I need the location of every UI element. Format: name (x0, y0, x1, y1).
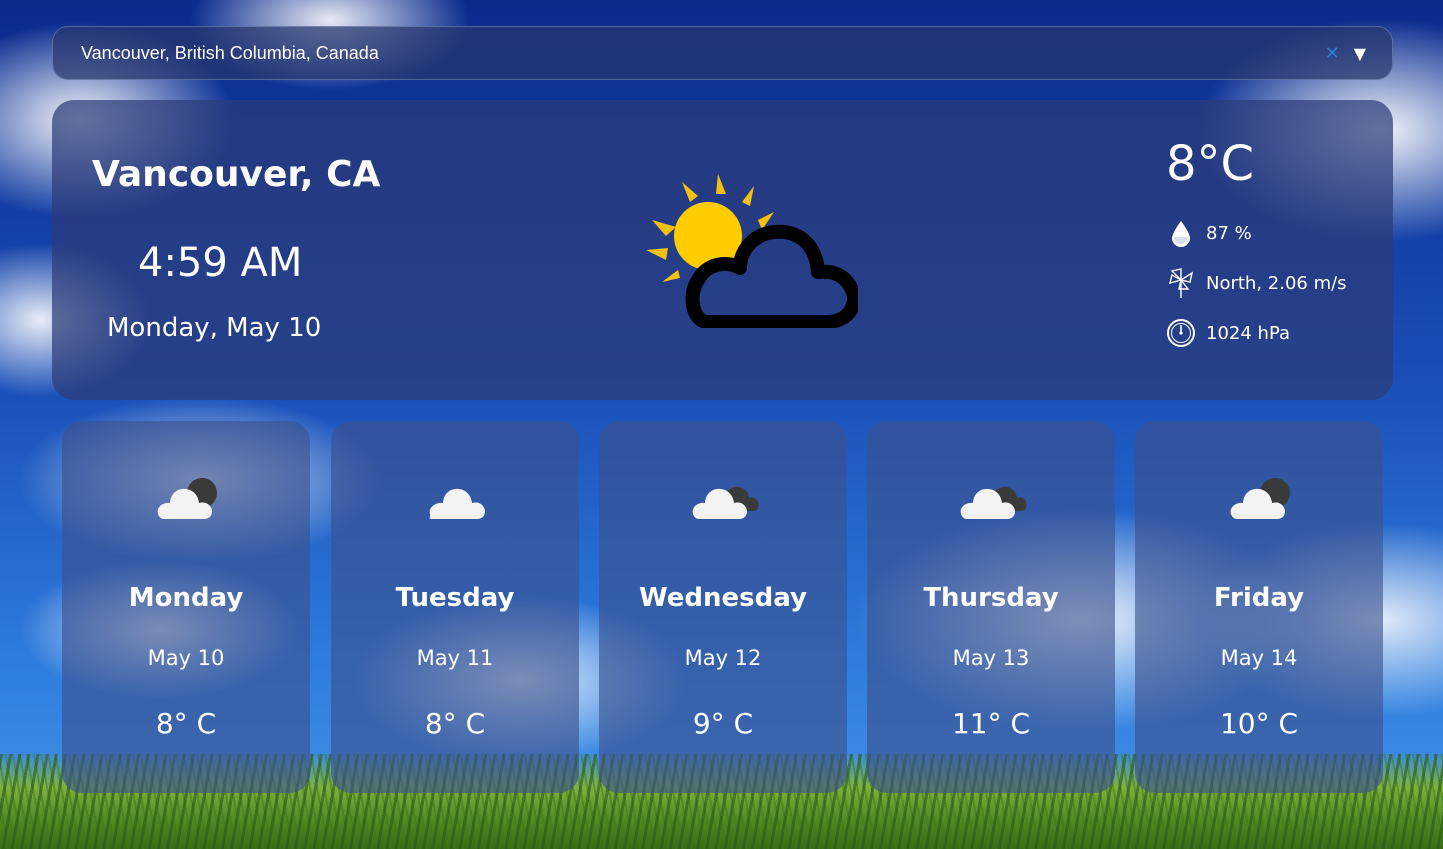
wind-value: North, 2.06 m/s (1206, 272, 1347, 294)
cloud-icon (429, 488, 485, 519)
forecast-date: May 11 (416, 646, 494, 670)
forecast-day: Tuesday (395, 583, 515, 613)
forecast-card-monday: Monday May 10 8° C (62, 421, 310, 793)
current-weather-card: Vancouver, CA 4:59 AM Monday, May 10 8°C… (52, 100, 1393, 400)
forecast-date: May 12 (684, 646, 762, 670)
location-search[interactable]: ✕ ▼ (52, 26, 1393, 80)
city-name: Vancouver, CA (92, 154, 381, 195)
wind-stat: North, 2.06 m/s (1166, 268, 1347, 298)
partly-cloudy-day-icon (646, 174, 858, 328)
forecast-temperature: 10° C (1219, 707, 1299, 740)
humidity-stat: 87 % (1166, 218, 1252, 248)
close-icon[interactable]: ✕ (1325, 43, 1340, 64)
local-time: 4:59 AM (138, 240, 303, 286)
pressure-stat: 1024 hPa (1166, 318, 1290, 348)
water-drop-icon (1166, 218, 1196, 248)
forecast-day: Friday (1213, 583, 1305, 613)
forecast-temperature: 8° C (424, 707, 486, 740)
local-date: Monday, May 10 (107, 313, 322, 343)
forecast-date: May 13 (952, 646, 1030, 670)
search-input[interactable] (79, 41, 1325, 65)
chevron-down-icon[interactable]: ▼ (1354, 44, 1366, 63)
pinwheel-icon (1166, 268, 1196, 298)
forecast-temperature: 11° C (951, 707, 1031, 740)
forecast-temperature: 8° C (155, 707, 217, 740)
forecast-card-thursday: Thursday May 13 11° C (867, 421, 1115, 793)
forecast-day: Wednesday (639, 583, 807, 613)
overcast-icon (960, 486, 1027, 519)
forecast-date: May 14 (1220, 646, 1298, 670)
forecast-day: Monday (128, 583, 244, 613)
forecast-card-friday: Friday May 14 10° C (1135, 421, 1383, 793)
forecast-date: May 10 (147, 646, 225, 670)
forecast-card-wednesday: Wednesday May 12 9° C (599, 421, 847, 793)
pressure-value: 1024 hPa (1206, 322, 1291, 344)
forecast-temperature: 9° C (692, 707, 754, 740)
overcast-icon (692, 486, 759, 519)
current-temperature: 8°C (1166, 136, 1255, 192)
forecast-day: Thursday (923, 583, 1059, 613)
partly-cloudy-night-icon (157, 478, 217, 519)
forecast-card-tuesday: Tuesday May 11 8° C (331, 421, 579, 793)
gauge-icon (1166, 318, 1196, 348)
partly-cloudy-night-icon (1230, 478, 1290, 519)
humidity-value: 87 % (1206, 222, 1252, 244)
